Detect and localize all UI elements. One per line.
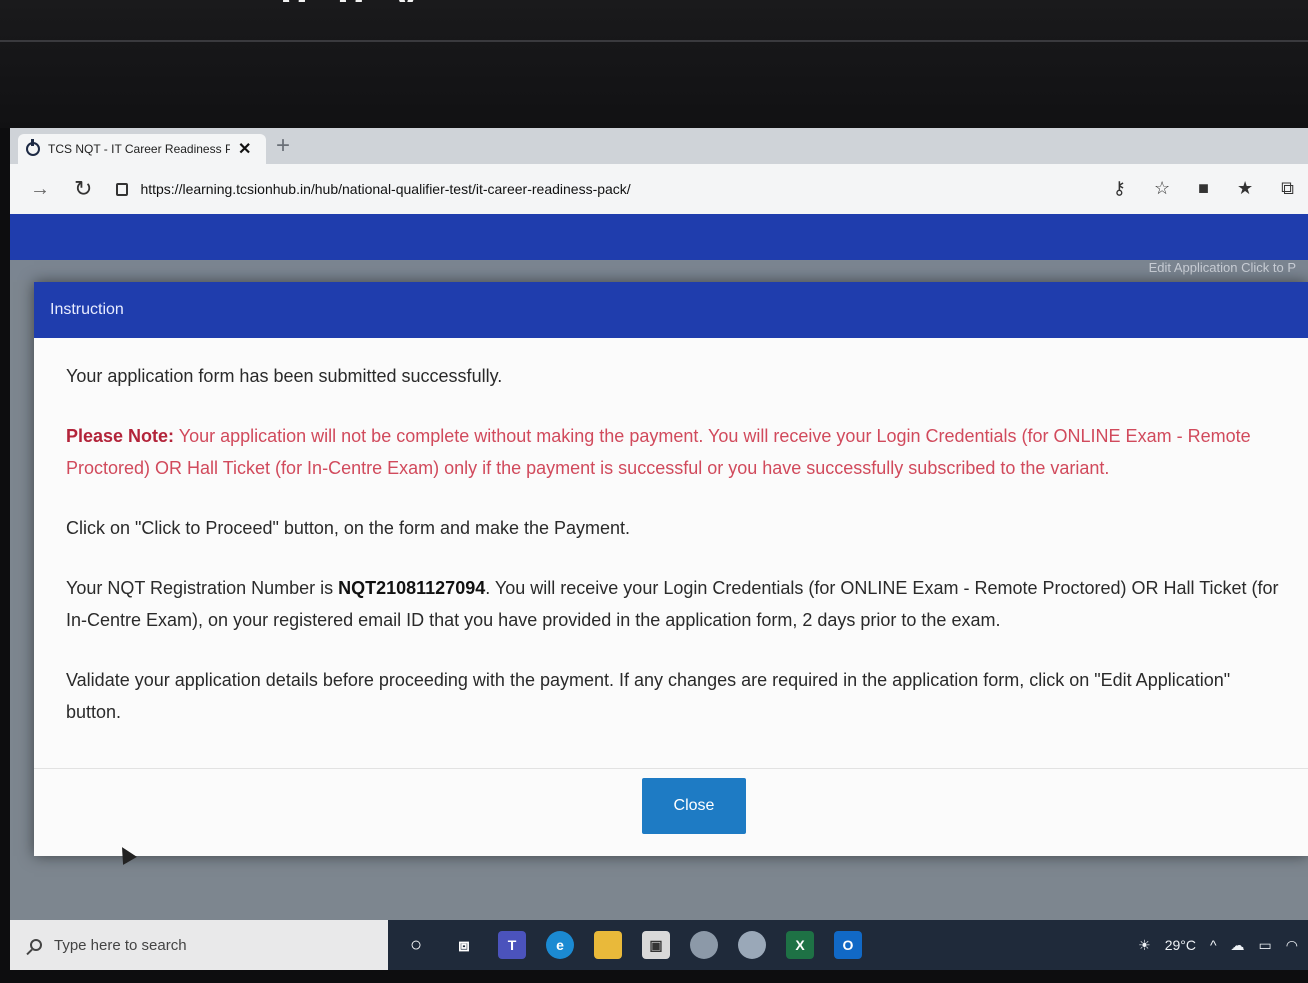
outlook-icon[interactable]: O: [834, 931, 862, 959]
modal-footer-divider: [34, 768, 1308, 769]
extension-icon[interactable]: ■: [1198, 178, 1209, 199]
taskbar-search[interactable]: Type here to search: [10, 920, 388, 970]
tab-title: TCS NQT - IT Career Readiness P: [48, 142, 230, 156]
instruction-modal: Instruction Your application form has be…: [34, 282, 1308, 856]
payment-note: Please Note: Your application will not b…: [66, 420, 1284, 484]
proceed-instruction: Click on "Click to Proceed" button, on t…: [66, 518, 631, 538]
store-icon[interactable]: ▣: [642, 931, 670, 959]
note-label: Please Note:: [66, 426, 175, 446]
app-icon[interactable]: [690, 931, 718, 959]
wifi-icon[interactable]: ◠: [1286, 937, 1298, 954]
key-icon[interactable]: ⚷: [1113, 178, 1126, 199]
system-tray: ☀ 29°C ^ ☁ ▭ ◠: [1138, 920, 1298, 970]
close-button[interactable]: Close: [642, 778, 746, 834]
address-bar: → ↻ https://learning.tcsionhub.in/hub/na…: [10, 164, 1308, 214]
app-icon[interactable]: [738, 931, 766, 959]
bezel-divider: [0, 40, 1308, 42]
address-bar-actions: ⚷ ☆ ■ ★ ⧉: [1113, 178, 1294, 199]
registration-number: NQT21081127094: [338, 578, 486, 598]
screen: TCS NQT - IT Career Readiness P ✕ + → ↻ …: [10, 128, 1308, 970]
reg-prefix: Your NQT Registration Number is: [66, 578, 339, 598]
close-tab-icon[interactable]: ✕: [238, 139, 251, 159]
edge-icon[interactable]: e: [546, 931, 574, 959]
note-text: Your application will not be complete wi…: [66, 426, 1251, 478]
task-view-icon[interactable]: ⧈: [450, 931, 478, 959]
cut-off-overlay-text: ppy: [280, 0, 1300, 2]
success-message: Your application form has been submitted…: [66, 366, 503, 386]
weather-icon[interactable]: ☀: [1138, 937, 1151, 954]
chevron-up-icon[interactable]: ^: [1210, 937, 1217, 953]
tab-bar: TCS NQT - IT Career Readiness P ✕ +: [10, 128, 1308, 164]
monitor-bezel: [0, 0, 1308, 128]
modal-body: Your application form has been submitted…: [34, 338, 1308, 728]
validate-instruction: Validate your application details before…: [66, 670, 1231, 722]
reload-icon[interactable]: ↻: [74, 176, 92, 202]
search-icon: [30, 939, 42, 951]
lock-icon[interactable]: [116, 182, 129, 196]
search-placeholder: Type here to search: [54, 936, 187, 954]
browser-tab[interactable]: TCS NQT - IT Career Readiness P ✕: [18, 134, 266, 164]
page-toolbar: [10, 260, 1308, 280]
modal-title: Instruction: [50, 301, 124, 318]
excel-icon[interactable]: X: [786, 931, 814, 959]
background-actions: Edit Application Click to P: [1148, 260, 1296, 275]
url-field[interactable]: https://learning.tcsionhub.in/hub/nation…: [140, 181, 630, 197]
collections-icon[interactable]: ⧉: [1281, 178, 1294, 199]
back-icon[interactable]: →: [30, 178, 50, 201]
modal-header: Instruction: [34, 282, 1308, 338]
favorites-icon[interactable]: ★: [1237, 178, 1253, 199]
taskbar-apps: ○ ⧈ T e ▣ X O: [402, 931, 862, 959]
new-tab-button[interactable]: +: [276, 132, 290, 160]
teams-icon[interactable]: T: [498, 931, 526, 959]
onedrive-icon[interactable]: ☁: [1231, 937, 1245, 954]
page-header: [10, 214, 1308, 260]
cortana-icon[interactable]: ○: [402, 931, 430, 959]
battery-icon[interactable]: ▭: [1259, 937, 1272, 954]
weather-temperature[interactable]: 29°C: [1165, 937, 1196, 953]
favorites-add-icon[interactable]: ☆: [1154, 178, 1170, 199]
power-icon: [26, 139, 40, 156]
taskbar: Type here to search ○ ⧈ T e ▣ X O ☀ 29°C…: [10, 920, 1308, 970]
file-explorer-icon[interactable]: [594, 931, 622, 959]
registration-info: Your NQT Registration Number is NQT21081…: [66, 572, 1284, 636]
